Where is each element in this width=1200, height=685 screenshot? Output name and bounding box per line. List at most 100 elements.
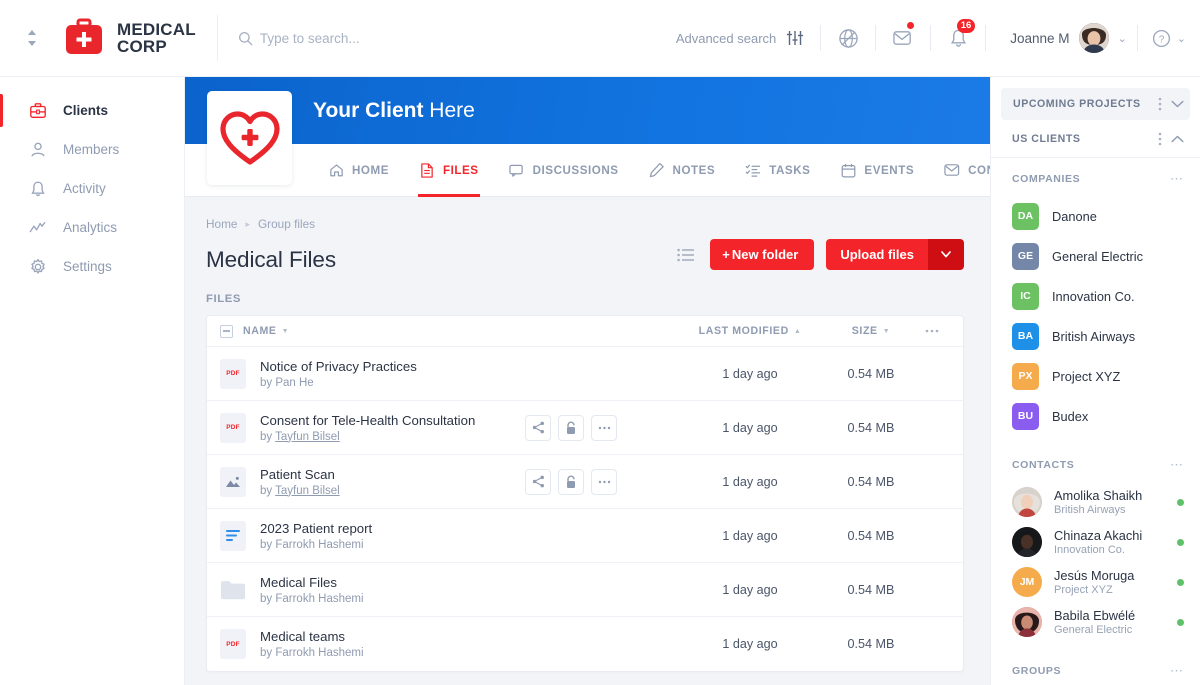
company-item[interactable]: ICInnovation Co.	[991, 276, 1200, 316]
collapse-sidebar-icon[interactable]	[10, 28, 54, 48]
contact-item[interactable]: JMJesús MorugaProject XYZ	[991, 562, 1200, 602]
file-name: Notice of Privacy Practices	[260, 359, 675, 374]
table-header-more-icon[interactable]	[917, 329, 947, 333]
sidebar-item-members[interactable]: Members	[0, 130, 184, 169]
caret-down-icon[interactable]: ▼	[282, 328, 290, 335]
contact-text: Amolika ShaikhBritish Airways	[1054, 488, 1142, 517]
ellipsis-icon[interactable]: ⋯	[1170, 457, 1184, 473]
upload-files-button[interactable]: Upload files	[826, 239, 928, 270]
list-view-icon[interactable]	[674, 243, 698, 267]
chat-icon	[509, 162, 525, 178]
upcoming-projects-label: UPCOMING PROJECTS	[1013, 98, 1141, 110]
tab-label: DISCUSSIONS	[533, 164, 619, 177]
sidebar-item-clients[interactable]: Clients	[0, 91, 184, 130]
upcoming-projects-selector[interactable]: UPCOMING PROJECTS	[1001, 88, 1190, 120]
column-header-last-modified[interactable]: LAST MODIFIED ▲	[675, 325, 825, 337]
tab-converstions[interactable]: CONVERSTIONS	[929, 144, 990, 197]
search-box[interactable]	[238, 31, 676, 46]
ellipsis-icon[interactable]: ⋯	[1170, 171, 1184, 187]
top-bar: MEDICAL CORP Advanced search	[0, 0, 1200, 77]
tab-events[interactable]: EVENTS	[825, 144, 929, 197]
chevron-down-icon[interactable]	[1171, 100, 1184, 108]
company-avatar: PX	[1012, 363, 1039, 390]
file-modified: 1 day ago	[675, 421, 825, 435]
pencil-icon	[649, 162, 665, 178]
groups-label: GROUPS	[1012, 665, 1061, 677]
file-size: 0.54 MB	[825, 529, 917, 543]
contact-item[interactable]: Amolika ShaikhBritish Airways	[991, 482, 1200, 522]
globe-icon[interactable]	[821, 0, 875, 76]
caret-up-icon[interactable]: ▲	[794, 328, 802, 335]
table-row[interactable]: PDFNotice of Privacy Practicesby Pan He1…	[207, 347, 963, 401]
tab-bar: HOME FILES DISCUSSIONS NOTES	[185, 144, 990, 197]
bell-icon[interactable]: 16	[931, 0, 985, 76]
table-row[interactable]: PDFMedical teamsby Farrokh Hashemi1 day …	[207, 617, 963, 671]
column-header-name[interactable]: NAME ▼	[243, 325, 675, 337]
notification-badge: 16	[957, 19, 976, 33]
new-folder-button[interactable]: + New folder	[710, 239, 814, 270]
chart-line-icon	[28, 218, 47, 237]
sliders-icon[interactable]	[786, 29, 804, 47]
indeterminate-checkbox[interactable]	[220, 325, 233, 338]
share-icon[interactable]	[525, 415, 551, 441]
unlocked-padlock-icon[interactable]	[558, 415, 584, 441]
question-circle-icon[interactable]: ?	[1152, 29, 1171, 48]
ellipsis-icon[interactable]	[591, 469, 617, 495]
sidebar-item-activity[interactable]: Activity	[0, 169, 184, 208]
help-menu[interactable]: ? ⌄	[1138, 29, 1186, 48]
sidebar-item-settings[interactable]: Settings	[0, 247, 184, 286]
company-name: British Airways	[1052, 329, 1135, 344]
table-row[interactable]: Patient Scanby Tayfun Bilsel1 day ago0.5…	[207, 455, 963, 509]
gear-icon	[28, 257, 47, 276]
contact-text: Chinaza AkachiInnovation Co.	[1054, 528, 1142, 557]
us-clients-header[interactable]: US CLIENTS	[991, 120, 1200, 158]
table-row[interactable]: 2023 Patient reportby Farrokh Hashemi1 d…	[207, 509, 963, 563]
user-menu[interactable]: Joanne M ⌄	[986, 23, 1137, 53]
table-row[interactable]: PDFConsent for Tele-Health Consultationb…	[207, 401, 963, 455]
column-header-size[interactable]: SIZE ▼	[825, 325, 917, 337]
tab-home[interactable]: HOME	[313, 144, 404, 197]
contact-company: Project XYZ	[1054, 583, 1134, 597]
company-item[interactable]: GEGeneral Electric	[991, 236, 1200, 276]
contact-item[interactable]: Chinaza AkachiInnovation Co.	[991, 522, 1200, 562]
sidebar-item-analytics[interactable]: Analytics	[0, 208, 184, 247]
unlocked-padlock-icon[interactable]	[558, 469, 584, 495]
caret-down-icon[interactable]: ▼	[883, 328, 891, 335]
company-item[interactable]: PXProject XYZ	[991, 356, 1200, 396]
file-author: by Tayfun Bilsel	[260, 431, 525, 443]
tab-notes[interactable]: NOTES	[634, 144, 731, 197]
company-item[interactable]: BABritish Airways	[991, 316, 1200, 356]
sidebar-item-label: Members	[63, 142, 119, 157]
kebab-menu-icon[interactable]	[1158, 97, 1162, 111]
breadcrumb-home[interactable]: Home	[206, 217, 237, 231]
ellipsis-icon[interactable]: ⋯	[1170, 663, 1184, 679]
company-item[interactable]: DADanone	[991, 196, 1200, 236]
table-row[interactable]: Medical Filesby Farrokh Hashemi1 day ago…	[207, 563, 963, 617]
status-badge	[1177, 619, 1184, 626]
company-name: Danone	[1052, 209, 1097, 224]
upload-files-dropdown-button[interactable]	[928, 239, 964, 270]
share-icon[interactable]	[525, 469, 551, 495]
contact-item[interactable]: Babila EbwéléGeneral Electric	[991, 602, 1200, 642]
file-name-cell: Notice of Privacy Practicesby Pan He	[260, 359, 675, 389]
envelope-icon[interactable]	[876, 0, 930, 76]
avatar[interactable]	[1079, 23, 1109, 53]
advanced-search-button[interactable]: Advanced search	[676, 29, 820, 47]
company-item[interactable]: BUBudex	[991, 396, 1200, 436]
companies-section-header: COMPANIES ⋯	[991, 162, 1200, 196]
tab-files[interactable]: FILES	[404, 144, 494, 197]
chevron-down-icon[interactable]: ⌄	[1177, 32, 1186, 45]
search-input[interactable]	[260, 31, 580, 46]
tab-tasks[interactable]: TASKS	[730, 144, 825, 197]
contact-name: Amolika Shaikh	[1054, 488, 1142, 503]
chevron-down-icon[interactable]: ⌄	[1118, 32, 1127, 45]
tab-discussions[interactable]: DISCUSSIONS	[494, 144, 634, 197]
kebab-menu-icon[interactable]	[1158, 132, 1162, 146]
breadcrumb-current[interactable]: Group files	[258, 217, 315, 231]
chevron-up-icon[interactable]	[1171, 135, 1184, 143]
ellipsis-icon[interactable]	[591, 415, 617, 441]
brand-logo[interactable]: MEDICAL CORP	[54, 18, 196, 58]
bell-icon	[28, 179, 47, 198]
file-modified: 1 day ago	[675, 475, 825, 489]
heart-plus-icon	[219, 109, 281, 167]
